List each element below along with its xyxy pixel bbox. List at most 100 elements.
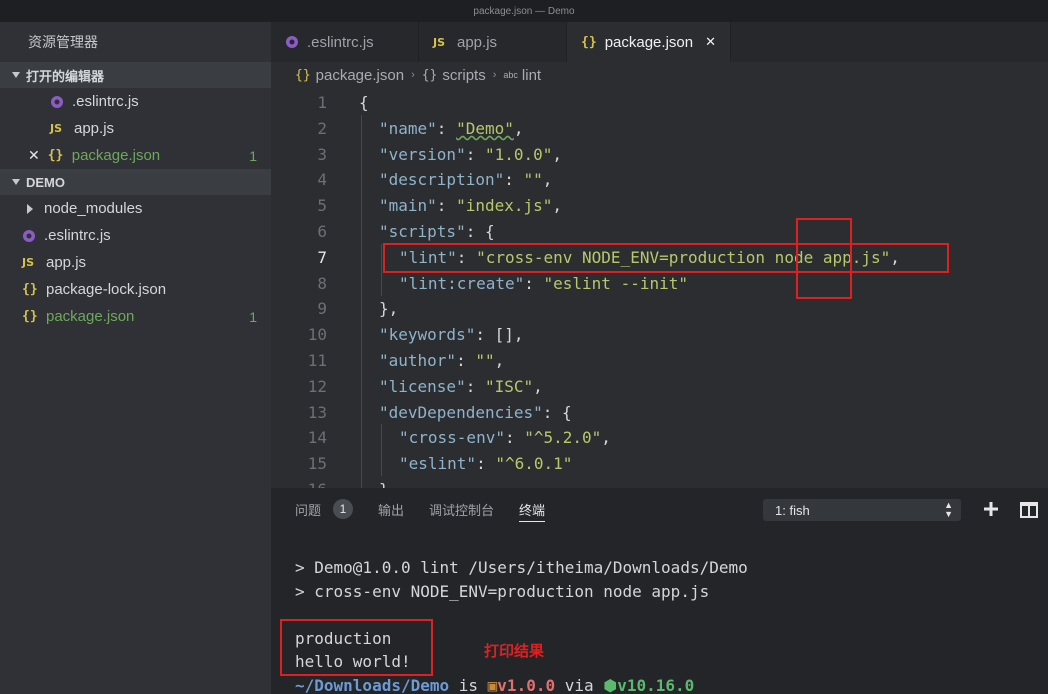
code-colon: : xyxy=(504,428,525,448)
code-punct: , xyxy=(601,428,611,448)
code-line: "author": "", xyxy=(359,348,1039,374)
folder-item[interactable]: node_modules xyxy=(0,195,271,222)
tab-label: app.js xyxy=(457,33,498,51)
chevron-down-icon xyxy=(12,179,20,185)
breadcrumb-file[interactable]: package.json xyxy=(316,67,404,84)
object-icon: {} xyxy=(421,67,438,83)
close-icon[interactable]: ✕ xyxy=(28,147,40,164)
problem-count-badge: 1 xyxy=(249,147,257,164)
open-editor-item[interactable]: .eslintrc.js xyxy=(0,88,271,115)
chevron-right-icon xyxy=(27,203,33,214)
json-icon: {} xyxy=(22,282,38,297)
code-lines: {"name": "Demo", "version": "1.0.0", "desc… xyxy=(359,90,1039,488)
prompt-via: via xyxy=(555,675,604,694)
json-value: "1.0.0" xyxy=(484,144,553,164)
json-icon: {} xyxy=(47,148,64,163)
js-icon: JS xyxy=(50,122,63,135)
chevron-right-icon: › xyxy=(492,69,497,81)
js-icon: JS xyxy=(433,35,446,49)
code-line: "name": "Demo", xyxy=(359,116,1039,142)
terminal-prompt: ~/Downloads/Demo is ▣v1.0.0 via ⬢v10.16.… xyxy=(295,674,748,694)
tab-package-json[interactable]: {} package.json ✕ xyxy=(567,22,731,62)
file-label: app.js xyxy=(74,120,115,137)
tab-problems[interactable]: 问题 1 xyxy=(295,488,354,530)
json-value: "ISC" xyxy=(484,376,534,396)
tab-label: package.json xyxy=(604,33,694,51)
code-punct: { xyxy=(562,402,572,422)
code-punct: , xyxy=(542,170,553,190)
split-terminal-icon[interactable] xyxy=(1020,502,1038,518)
highlight-box-node xyxy=(796,218,852,299)
file-item[interactable]: JS app.js xyxy=(0,249,271,276)
line-number: 5 xyxy=(317,196,327,216)
open-editor-item[interactable]: JS app.js xyxy=(0,115,271,142)
file-item[interactable]: {} package.json 1 xyxy=(0,303,271,330)
terminal-select[interactable]: 1: fish ▲ ▼ xyxy=(763,499,961,521)
problem-count-badge: 1 xyxy=(333,499,354,519)
json-icon: {} xyxy=(22,309,38,324)
line-number: 7 xyxy=(317,247,327,267)
code-line: }, xyxy=(359,296,1039,322)
window-title: package.json — Demo xyxy=(473,5,575,17)
tab-eslintrc[interactable]: .eslintrc.js xyxy=(271,22,419,62)
breadcrumb-item[interactable]: lint xyxy=(522,67,541,84)
highlight-box-output xyxy=(280,619,433,676)
folder-label: node_modules xyxy=(44,200,143,217)
eslint-icon xyxy=(51,95,63,108)
json-value: "index.js" xyxy=(456,196,553,216)
code-punct: , xyxy=(513,118,524,138)
close-icon[interactable]: ✕ xyxy=(705,34,716,50)
tab-debug-console[interactable]: 调试控制台 xyxy=(429,488,494,530)
line-number: 1 xyxy=(317,93,327,112)
json-icon: {} xyxy=(295,67,311,83)
file-item[interactable]: .eslintrc.js xyxy=(0,222,271,249)
line-number: 8 xyxy=(317,273,327,293)
updown-icon: ▲ ▼ xyxy=(944,500,953,519)
tab-label: 问题 xyxy=(295,502,322,518)
code-line: "license": "ISC", xyxy=(359,374,1039,400)
line-number: 12 xyxy=(307,376,327,396)
open-editors-section[interactable]: 打开的编辑器 xyxy=(0,62,271,88)
tab-terminal[interactable]: 终端 xyxy=(519,488,546,530)
json-icon: {} xyxy=(581,34,597,50)
json-key: "author" xyxy=(379,350,457,370)
code-editor[interactable]: 12345678910111213141516 {"name": "Demo",… xyxy=(271,88,1048,488)
project-title: DEMO xyxy=(26,174,65,190)
explorer-header: 资源管理器 xyxy=(28,34,98,50)
chevron-down-icon xyxy=(12,72,20,78)
breadcrumb-section[interactable]: scripts xyxy=(442,67,485,84)
terminal-line: > cross-env NODE_ENV=production node app… xyxy=(295,581,710,601)
project-section[interactable]: DEMO xyxy=(0,169,271,195)
line-number: 15 xyxy=(307,454,327,474)
prompt-node-version: v10.16.0 xyxy=(617,675,695,694)
js-icon: JS xyxy=(22,256,35,269)
code-punct: , xyxy=(533,376,543,396)
prompt-path: ~/Downloads/Demo xyxy=(295,675,450,694)
code-punct: , xyxy=(552,144,563,164)
code-punct: } xyxy=(379,480,389,488)
line-number: 10 xyxy=(307,325,327,345)
code-line: "keywords": [], xyxy=(359,322,1039,348)
code-line: "cross-env": "^5.2.0", xyxy=(359,425,1039,451)
tab-output[interactable]: 输出 xyxy=(378,488,404,530)
json-key: "devDependencies" xyxy=(379,402,543,422)
terminal-select-value: 1: fish xyxy=(775,502,810,518)
json-value: "Demo" xyxy=(456,118,514,138)
file-label: package.json xyxy=(71,147,161,164)
code-punct: [], xyxy=(494,325,524,345)
json-key: "keywords" xyxy=(379,325,476,345)
plus-icon[interactable] xyxy=(983,499,999,519)
line-number: 3 xyxy=(317,144,327,164)
json-key: "eslint" xyxy=(399,454,477,474)
code-colon: : xyxy=(436,118,457,138)
file-item[interactable]: {} package-lock.json xyxy=(0,276,271,303)
code-line: "description": "", xyxy=(359,167,1039,193)
file-label: .eslintrc.js xyxy=(44,227,111,244)
json-key: "lint:create" xyxy=(399,273,525,293)
json-key: "version" xyxy=(379,144,466,164)
code-line: "devDependencies": { xyxy=(359,400,1039,426)
tab-app-js[interactable]: JS app.js xyxy=(419,22,567,62)
line-number: 4 xyxy=(317,170,327,190)
code-punct: { xyxy=(359,93,369,112)
open-editor-item[interactable]: ✕ {} package.json 1 xyxy=(0,142,271,169)
